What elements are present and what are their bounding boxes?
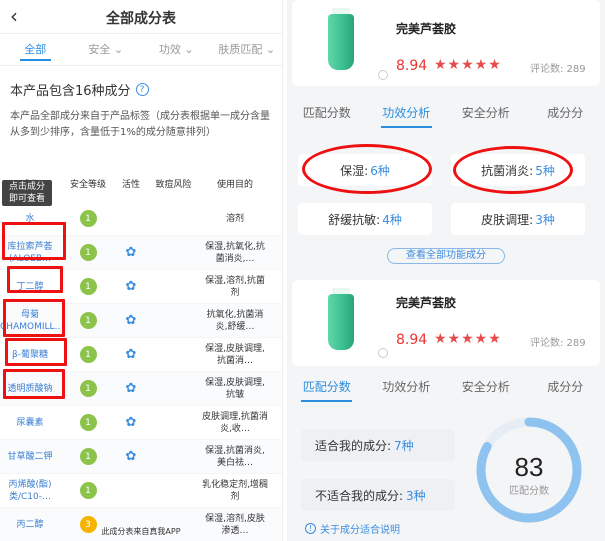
tab-efficacy-analysis[interactable]: 功效分析 bbox=[367, 104, 447, 128]
suitable-ingredients[interactable]: 适合我的成分: 7种 bbox=[301, 429, 455, 461]
ingredient-name[interactable]: 尿囊素 bbox=[0, 410, 60, 436]
review-count[interactable]: 评论数: 289 bbox=[530, 334, 586, 349]
rating-stars: ★★★★★ bbox=[434, 57, 502, 73]
tab-ingredient-analysis[interactable]: 成分分 bbox=[526, 378, 605, 395]
analysis-panel: 完美芦荟胶 8.94 ★★★★★ 评论数: 289 匹配分数 功效分析 安全分析… bbox=[287, 0, 605, 541]
tab-efficacy-analysis[interactable]: 功效分析 bbox=[367, 378, 447, 395]
ingredient-name[interactable]: 丙烯酸(酯)类/C10-… bbox=[0, 478, 60, 504]
filter-tabs: 全部 安全 ⌄ 功效 ⌄ 肤质匹配 ⌄ bbox=[0, 34, 282, 66]
help-icon[interactable]: ? bbox=[135, 83, 149, 96]
safety-badge: 1 bbox=[79, 346, 97, 363]
safety-badge: 1 bbox=[79, 278, 97, 295]
highlight-box bbox=[2, 222, 66, 260]
analysis-tabs: 匹配分数 功效分析 安全分析 成分分 bbox=[287, 104, 605, 128]
search-icon bbox=[378, 348, 388, 358]
source-description: 本产品全部成分来自于产品标签（成分表根据单一成分含量从多到少排序，含量低于1%的… bbox=[10, 111, 270, 138]
ingredient-purpose: 保湿,皮肤调理,抗菌消… bbox=[205, 343, 265, 366]
view-all-button[interactable]: 查看全部功能成分 bbox=[387, 248, 505, 264]
highlight-ellipse bbox=[453, 146, 573, 194]
ingredient-count: 本产品包含16种成分 bbox=[10, 84, 131, 99]
product-card[interactable]: 完美芦荟胶 8.94 ★★★★★ 评论数: 289 bbox=[292, 280, 600, 366]
product-card[interactable]: 完美芦荟胶 8.94 ★★★★★ 评论数: 289 bbox=[292, 0, 600, 86]
safety-badge: 1 bbox=[79, 380, 97, 397]
product-score: 8.94 bbox=[396, 332, 428, 348]
product-image bbox=[328, 288, 354, 350]
ingredient-purpose: 皮肤调理,抗菌消炎,收… bbox=[202, 411, 268, 434]
highlight-box bbox=[3, 369, 65, 399]
header-acne-risk: 致痘风险 bbox=[155, 180, 192, 190]
table-row[interactable]: 甘草酸二钾 1 ✿ 保湿,抗菌消炎,美白祛… bbox=[0, 440, 282, 474]
ingredient-purpose: 保湿,抗菌消炎,美白祛… bbox=[205, 445, 265, 468]
match-score-label: 匹配分数 bbox=[509, 484, 549, 497]
active-icon: ✿ bbox=[125, 381, 137, 396]
top-bar: ‹ 全部成分表 bbox=[0, 0, 282, 34]
ingredient-count-row: 本产品包含16种成分 ? bbox=[0, 66, 282, 99]
safety-badge: 1 bbox=[79, 448, 97, 465]
active-icon: ✿ bbox=[125, 279, 137, 294]
page-title: 全部成分表 bbox=[106, 11, 176, 27]
ingredient-purpose: 抗氧化,抗菌消炎,舒缓… bbox=[206, 309, 264, 332]
ingredient-name[interactable]: 甘草酸二钾 bbox=[0, 444, 60, 470]
ingredient-purpose: 保湿,溶剂,抗菌剂 bbox=[205, 275, 265, 298]
product-score: 8.94 bbox=[396, 58, 428, 74]
highlight-ellipse bbox=[302, 144, 432, 194]
ingredient-purpose: 乳化稳定剂,增稠剂 bbox=[202, 479, 268, 502]
safety-badge: 1 bbox=[79, 312, 97, 329]
safety-badge: 1 bbox=[79, 414, 97, 431]
active-icon: ✿ bbox=[125, 415, 137, 430]
product-image bbox=[328, 8, 354, 70]
tab-match-score[interactable]: 匹配分数 bbox=[287, 378, 367, 402]
review-count[interactable]: 评论数: 289 bbox=[530, 60, 586, 75]
active-icon: ✿ bbox=[125, 347, 137, 362]
match-score-gauge: 83 匹配分数 bbox=[476, 417, 582, 523]
efficacy-skin-conditioning[interactable]: 皮肤调理: 3种 bbox=[451, 203, 585, 235]
tab-safety-analysis[interactable]: 安全分析 bbox=[446, 378, 526, 395]
ingredient-purpose: 保湿,抗氧化,抗菌消炎,… bbox=[205, 241, 265, 264]
safety-badge: 1 bbox=[79, 210, 97, 227]
header-safety: 安全等级 bbox=[69, 180, 106, 190]
ingredient-list-panel: ‹ 全部成分表 全部 安全 ⌄ 功效 ⌄ 肤质匹配 ⌄ 本产品包含16种成分 ?… bbox=[0, 0, 283, 541]
unsuitable-ingredients[interactable]: 不适合我的成分: 3种 bbox=[301, 479, 455, 511]
highlight-box bbox=[5, 338, 67, 366]
suitability-note[interactable]: ! 关于成分适合说明 bbox=[305, 521, 400, 536]
info-icon: ! bbox=[305, 523, 316, 534]
ingredient-purpose: 保湿,皮肤调理,抗皱 bbox=[205, 377, 265, 400]
header-purpose: 使用目的 bbox=[216, 180, 253, 190]
active-icon: ✿ bbox=[125, 449, 137, 464]
highlight-box bbox=[7, 266, 63, 293]
efficacy-soothing[interactable]: 舒缓抗敏: 4种 bbox=[298, 203, 432, 235]
tab-skin-match[interactable]: 肤质匹配 ⌄ bbox=[212, 34, 283, 65]
active-icon: ✿ bbox=[125, 245, 137, 260]
active-icon: ✿ bbox=[125, 313, 137, 328]
match-score-value: 83 bbox=[515, 452, 544, 482]
header-active: 活性 bbox=[121, 180, 140, 190]
safety-badge: 1 bbox=[79, 244, 97, 261]
search-icon bbox=[378, 70, 388, 80]
source-footer: 此成分表来自真我APP bbox=[101, 527, 181, 536]
tab-safety-analysis[interactable]: 安全分析 bbox=[446, 104, 526, 121]
ingredient-purpose: 溶剂 bbox=[225, 213, 244, 224]
tab-ingredient-analysis[interactable]: 成分分 bbox=[526, 104, 605, 121]
rating-stars: ★★★★★ bbox=[434, 331, 502, 347]
safety-badge: 1 bbox=[79, 482, 97, 499]
table-row[interactable]: 丙烯酸(酯)类/C10-… 1 乳化稳定剂,增稠剂 bbox=[0, 474, 282, 508]
product-name: 完美芦荟胶 bbox=[396, 296, 457, 310]
product-name: 完美芦荟胶 bbox=[396, 22, 457, 36]
tab-efficacy[interactable]: 功效 ⌄ bbox=[141, 34, 212, 65]
tab-match-score[interactable]: 匹配分数 bbox=[287, 104, 367, 121]
analysis-tabs: 匹配分数 功效分析 安全分析 成分分 bbox=[287, 378, 605, 402]
tab-safety[interactable]: 安全 ⌄ bbox=[71, 34, 142, 65]
table-row[interactable]: 尿囊素 1 ✿ 皮肤调理,抗菌消炎,收… bbox=[0, 406, 282, 440]
tab-all[interactable]: 全部 bbox=[0, 34, 71, 65]
highlight-box bbox=[3, 299, 65, 337]
